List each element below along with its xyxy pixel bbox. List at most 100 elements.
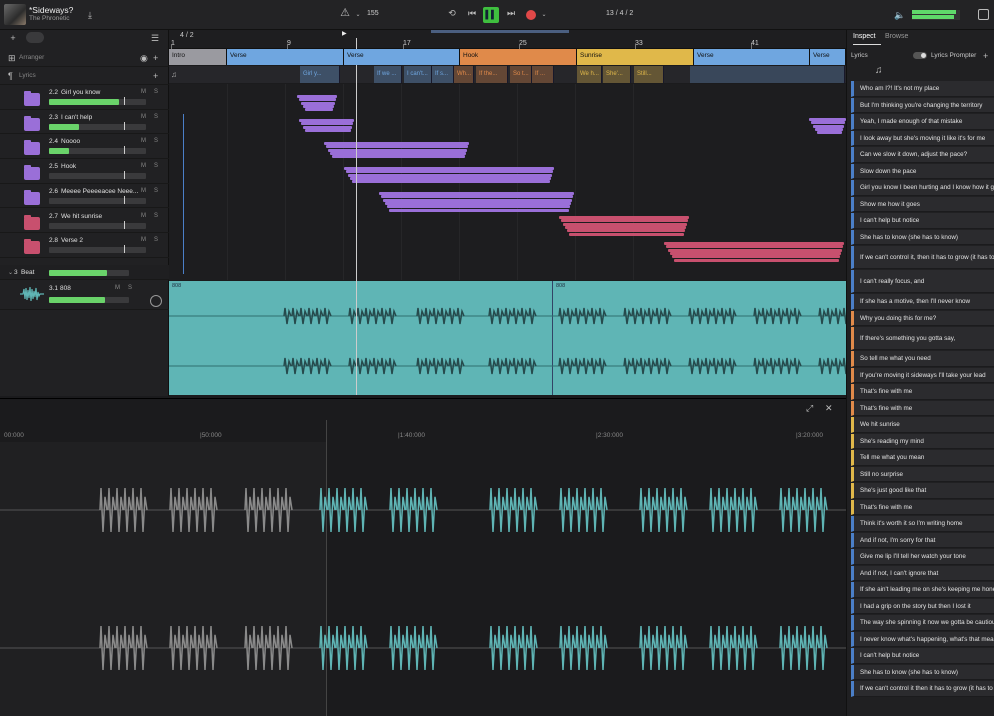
lyric-line[interactable]: She's reading my mind bbox=[851, 433, 994, 449]
skip-forward-icon[interactable]: ⏭ bbox=[504, 8, 518, 22]
track-name[interactable]: Girl you know bbox=[61, 89, 100, 96]
lyric-line[interactable]: I never know what's happening, what's th… bbox=[851, 631, 994, 647]
lyric-line[interactable]: Tell me what you mean bbox=[851, 450, 994, 466]
track-name[interactable]: Noooo bbox=[61, 138, 80, 145]
lyric-line[interactable]: She's just good like that bbox=[851, 483, 994, 499]
group-volume-slider[interactable] bbox=[49, 270, 129, 276]
lyric-line[interactable]: If she ain't leading me on she's keeping… bbox=[851, 582, 994, 598]
solo-button[interactable]: S bbox=[154, 213, 158, 219]
add-track-icon[interactable]: + bbox=[8, 33, 18, 43]
beat-clip-lane[interactable]: 808 808 bbox=[169, 281, 846, 395]
lyric-snippet[interactable]: I can't... bbox=[404, 66, 432, 83]
midi-note[interactable] bbox=[389, 208, 569, 212]
timeline-ruler[interactable]: 4 / 2 1 9 17 25 33 41 bbox=[169, 30, 846, 49]
lyric-line[interactable]: If we can't control it then it has to gr… bbox=[851, 681, 994, 697]
track-name[interactable]: Meeee Peeeeacee Neee... bbox=[61, 188, 138, 195]
lyric-line[interactable]: If she has a motive, then I'll never kno… bbox=[851, 294, 994, 310]
section-block[interactable]: Verse bbox=[810, 49, 846, 65]
section-block[interactable]: Sunrise bbox=[577, 49, 694, 65]
lyric-line[interactable]: If you're moving it sideways I'll take y… bbox=[851, 367, 994, 383]
playhead-marker-icon[interactable]: ▶ bbox=[342, 30, 347, 37]
solo-button[interactable]: S bbox=[154, 237, 158, 243]
track-name[interactable]: Hook bbox=[61, 163, 76, 170]
album-cover[interactable] bbox=[4, 4, 26, 25]
record-button[interactable] bbox=[526, 10, 536, 20]
midi-note[interactable] bbox=[666, 245, 843, 249]
lyric-snippet[interactable]: If ... bbox=[532, 66, 554, 83]
volume-handle[interactable] bbox=[124, 195, 125, 204]
solo-button[interactable]: S bbox=[154, 114, 158, 120]
master-meter[interactable] bbox=[912, 10, 960, 20]
midi-note[interactable] bbox=[381, 195, 573, 199]
editor-ruler[interactable]: 00:000 |50:000 |1:40:000 |2:30:000 |3:20:000 bbox=[0, 428, 846, 442]
lyric-line[interactable]: That's fine with me bbox=[851, 499, 994, 515]
loop-region[interactable] bbox=[431, 30, 569, 33]
lyric-line[interactable]: Girl you know I been hurting and I know … bbox=[851, 180, 994, 196]
lyric-snippet[interactable]: If s... bbox=[432, 66, 454, 83]
track-volume-slider[interactable] bbox=[49, 197, 146, 204]
mute-button[interactable]: M bbox=[141, 188, 146, 194]
track-name[interactable]: I can't help bbox=[61, 114, 92, 121]
track-volume-slider[interactable] bbox=[49, 297, 129, 303]
lyric-line[interactable]: That's fine with me bbox=[851, 400, 994, 416]
lyric-line[interactable]: I look away but she's moving it like it'… bbox=[851, 130, 994, 146]
view-mode-toggle[interactable] bbox=[26, 32, 44, 43]
lyric-line[interactable]: And if not, I'm sorry for that bbox=[851, 532, 994, 548]
lyric-snippet[interactable]: Wh... bbox=[454, 66, 474, 83]
track-volume-slider[interactable] bbox=[49, 123, 146, 130]
midi-note[interactable] bbox=[346, 170, 553, 174]
midi-note[interactable] bbox=[387, 205, 570, 209]
lyric-snippet[interactable]: Girl y... bbox=[300, 66, 340, 83]
chevron-down-icon[interactable]: ⌄ bbox=[354, 10, 362, 20]
midi-note[interactable] bbox=[352, 180, 550, 184]
expand-icon[interactable]: ⤢ bbox=[806, 403, 813, 413]
midi-note[interactable] bbox=[811, 121, 845, 125]
lyric-snippet[interactable]: So t... bbox=[510, 66, 532, 83]
midi-note[interactable] bbox=[672, 255, 840, 259]
add-icon[interactable]: + bbox=[153, 53, 158, 63]
section-block[interactable]: Intro bbox=[169, 49, 227, 65]
midi-note[interactable] bbox=[332, 155, 465, 159]
lyric-line[interactable]: Why you doing this for me? bbox=[851, 310, 994, 326]
song-title[interactable]: *Sideways? bbox=[29, 5, 73, 15]
track-row[interactable]: 2.8 Verse 2 M S bbox=[0, 233, 169, 258]
lyric-line[interactable]: But I'm thinking you're changing the ter… bbox=[851, 97, 994, 113]
lyric-snippet[interactable]: If the... bbox=[476, 66, 508, 83]
track-name[interactable]: Verse 2 bbox=[61, 237, 83, 244]
lyric-line[interactable]: The way she spinning it now we gotta be … bbox=[851, 615, 994, 631]
skip-back-icon[interactable]: ⏮ bbox=[465, 8, 479, 22]
track-name[interactable]: 808 bbox=[60, 285, 71, 292]
solo-button[interactable]: S bbox=[154, 188, 158, 194]
midi-note[interactable] bbox=[305, 108, 333, 112]
lyric-region[interactable] bbox=[690, 66, 845, 83]
pan-knob[interactable] bbox=[150, 295, 162, 307]
prompter-toggle[interactable] bbox=[913, 52, 927, 59]
bass-track-row[interactable]: 3.1 808 M S bbox=[0, 280, 169, 310]
lyric-line[interactable]: She has to know (she has to know) bbox=[851, 229, 994, 245]
mute-button[interactable]: M bbox=[141, 163, 146, 169]
midi-note[interactable] bbox=[569, 232, 684, 236]
section-block[interactable]: Verse bbox=[694, 49, 810, 65]
mute-button[interactable]: M bbox=[141, 213, 146, 219]
volume-handle[interactable] bbox=[124, 220, 125, 229]
midi-note[interactable] bbox=[561, 219, 688, 223]
solo-button[interactable]: S bbox=[128, 285, 132, 291]
midi-note[interactable] bbox=[299, 98, 336, 102]
midi-note[interactable] bbox=[567, 229, 685, 233]
midi-note[interactable] bbox=[305, 128, 351, 132]
lyric-line[interactable]: She has to know (she has to know) bbox=[851, 664, 994, 680]
download-icon[interactable]: ⤓ bbox=[84, 10, 96, 20]
midi-note[interactable] bbox=[674, 258, 839, 262]
lyric-line[interactable]: Give me lip I'll tell her watch your ton… bbox=[851, 549, 994, 565]
lyric-snippet[interactable]: She'... bbox=[603, 66, 631, 83]
track-name[interactable]: We hit sunrise bbox=[61, 213, 102, 220]
track-volume-slider[interactable] bbox=[49, 99, 146, 105]
tab-browse[interactable]: Browse bbox=[885, 33, 908, 40]
tempo-display[interactable]: 155 bbox=[367, 10, 379, 17]
lyric-line[interactable]: Who am I?! It's not my place bbox=[851, 81, 994, 97]
volume-handle[interactable] bbox=[124, 245, 125, 254]
midi-note[interactable] bbox=[326, 145, 468, 149]
track-row[interactable]: 2.3 I can't help M S bbox=[0, 110, 169, 135]
lyric-line[interactable]: Can we slow it down, adjust the pace? bbox=[851, 147, 994, 163]
track-row[interactable]: 2.2 Girl you know M S bbox=[0, 85, 169, 110]
